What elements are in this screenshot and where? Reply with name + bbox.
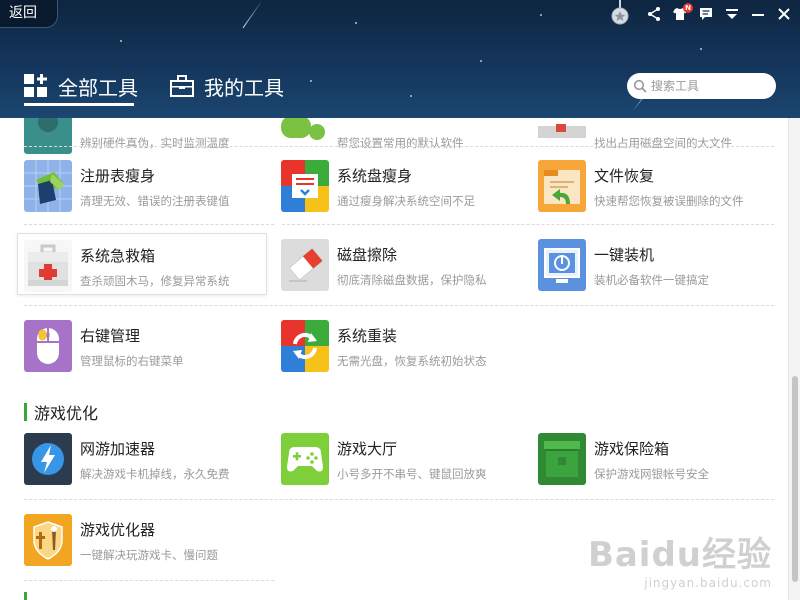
tool-desc: 解决游戏卡机掉线，永久免费 — [80, 467, 230, 481]
tool-name: 游戏大厅 — [337, 440, 398, 458]
tool-name: 磁盘擦除 — [337, 246, 398, 264]
row-divider — [24, 224, 274, 225]
tool-desc: 彻底清除磁盘数据，保护隐私 — [337, 273, 487, 287]
section-title-game: 游戏优化 — [24, 402, 99, 423]
tool-item-right-click-manage[interactable]: 右键管理 管理鼠标的右键菜单 — [18, 314, 268, 376]
tool-name: 游戏保险箱 — [594, 440, 670, 458]
tool-desc: 保护游戏网银帐号安全 — [594, 467, 709, 481]
tool-item-game-optimizer[interactable]: 游戏优化器 一键解决玩游戏卡、慢问题 — [18, 508, 268, 570]
tool-desc: 辨别硬件真伪，实时监测温度 — [80, 136, 230, 150]
tool-desc: 管理鼠标的右键菜单 — [80, 354, 184, 368]
search-box[interactable] — [627, 73, 776, 99]
tool-item-game-hall[interactable]: 游戏大厅 小号多开不串号、键鼠回放爽 — [275, 427, 525, 489]
next-section-accent-bar — [24, 592, 27, 600]
tab-my-tools-label: 我的工具 — [204, 75, 284, 100]
safe-box-icon — [538, 433, 586, 485]
grid-plus-icon — [24, 74, 47, 97]
tool-desc: 无需光盘，恢复系统初始状态 — [337, 354, 487, 368]
tool-desc: 清理无效、错误的注册表键值 — [80, 194, 230, 208]
tool-name: 右键管理 — [80, 327, 141, 345]
tool-item-file-recovery[interactable]: 文件恢复 快速帮您恢复被误删除的文件 — [532, 154, 782, 216]
tool-desc: 帮您设置常用的默认软件 — [337, 136, 464, 150]
scrollbar-thumb[interactable] — [792, 376, 798, 582]
tool-desc: 一键解决玩游戏卡、慢问题 — [80, 548, 218, 562]
section-title-label: 游戏优化 — [34, 404, 99, 423]
tool-desc: 小号多开不串号、键鼠回放爽 — [337, 467, 487, 481]
tool-item-game-safe-box[interactable]: 游戏保险箱 保护游戏网银帐号安全 — [532, 427, 782, 489]
tool-item-partial-default-software[interactable]: 帮您设置常用的默认软件 — [275, 118, 525, 158]
large-files-icon — [538, 118, 586, 154]
watermark-logo: Baidu经验 — [587, 535, 772, 575]
notification-badge: N — [683, 3, 693, 13]
tool-list: 辨别硬件真伪，实时监测温度 帮您设置常用的默认软件 找出占用磁盘空间的大文件 注… — [0, 118, 788, 600]
row-divider — [24, 305, 774, 306]
tool-desc: 找出占用磁盘空间的大文件 — [594, 136, 732, 150]
shield-sword-icon — [24, 514, 72, 566]
tab-all-tools[interactable]: 全部工具 — [24, 68, 138, 104]
monitor-icon — [538, 239, 586, 291]
row-divider — [24, 146, 774, 147]
tool-name: 一键装机 — [594, 246, 655, 264]
row-divider — [282, 224, 774, 225]
tool-desc: 通过瘦身解决系统空间不足 — [337, 194, 475, 208]
minimize-icon[interactable] — [750, 6, 766, 22]
back-button[interactable]: 返回 — [0, 0, 58, 28]
registry-icon — [24, 160, 72, 212]
tool-desc: 装机必备软件一键搞定 — [594, 273, 709, 287]
hardware-icon — [24, 118, 72, 154]
watermark-url: jingyan.baidu.com — [644, 576, 772, 590]
share-icon[interactable] — [646, 6, 662, 22]
row-divider — [24, 499, 774, 500]
tool-name: 网游加速器 — [80, 440, 156, 458]
tool-item-one-key-install[interactable]: 一键装机 装机必备软件一键搞定 — [532, 233, 782, 295]
message-icon[interactable] — [698, 6, 714, 22]
tool-name: 系统急救箱 — [80, 247, 156, 265]
search-icon — [633, 79, 647, 93]
tool-name: 系统重装 — [337, 327, 398, 345]
lightning-icon — [24, 433, 72, 485]
tool-desc: 快速帮您恢复被误删除的文件 — [594, 194, 744, 208]
system-disk-icon — [281, 160, 329, 212]
header: 返回 N 全部工具 我的工具 搜索工具 — [0, 0, 800, 118]
tool-name: 游戏优化器 — [80, 521, 156, 539]
tool-name: 文件恢复 — [594, 167, 655, 185]
tab-all-tools-label: 全部工具 — [58, 75, 138, 100]
menu-icon[interactable] — [724, 6, 740, 22]
tool-item-system-disk-slim[interactable]: 系统盘瘦身 通过瘦身解决系统空间不足 — [275, 154, 525, 216]
active-tab-indicator — [24, 103, 134, 106]
search-input[interactable] — [651, 79, 769, 93]
medal-icon[interactable] — [611, 0, 629, 26]
tool-name: 注册表瘦身 — [80, 167, 156, 185]
tool-item-partial-large-files[interactable]: 找出占用磁盘空间的大文件 — [532, 118, 782, 158]
vertical-scrollbar[interactable] — [788, 118, 800, 600]
tool-desc: 查杀顽固木马，修复异常系统 — [80, 274, 230, 288]
default-software-icon — [281, 118, 329, 154]
toolbox-icon — [170, 75, 194, 97]
tool-name: 系统盘瘦身 — [337, 167, 413, 185]
baidu-watermark: Baidu经验 jingyan.baidu.com — [588, 527, 772, 590]
first-aid-icon — [24, 240, 72, 292]
file-recovery-icon — [538, 160, 586, 212]
tool-item-system-first-aid[interactable]: 系统急救箱 查杀顽固木马，修复异常系统 — [17, 233, 267, 295]
tool-item-game-accelerator[interactable]: 网游加速器 解决游戏卡机掉线，永久免费 — [18, 427, 268, 489]
tool-item-system-reinstall[interactable]: 系统重装 无需光盘，恢复系统初始状态 — [275, 314, 525, 376]
reinstall-icon — [281, 320, 329, 372]
tool-item-registry-slim[interactable]: 注册表瘦身 清理无效、错误的注册表键值 — [18, 154, 268, 216]
tool-item-partial-hardware[interactable]: 辨别硬件真伪，实时监测温度 — [18, 118, 268, 158]
close-icon[interactable] — [776, 6, 792, 22]
skin-shirt-icon[interactable]: N — [672, 3, 693, 22]
tool-item-disk-erase[interactable]: 磁盘擦除 彻底清除磁盘数据，保护隐私 — [275, 233, 525, 295]
row-divider — [24, 580, 274, 581]
mouse-icon — [24, 320, 72, 372]
tab-my-tools[interactable]: 我的工具 — [170, 68, 284, 104]
gamepad-icon — [281, 433, 329, 485]
section-accent-bar — [24, 403, 27, 421]
eraser-icon — [281, 239, 329, 291]
